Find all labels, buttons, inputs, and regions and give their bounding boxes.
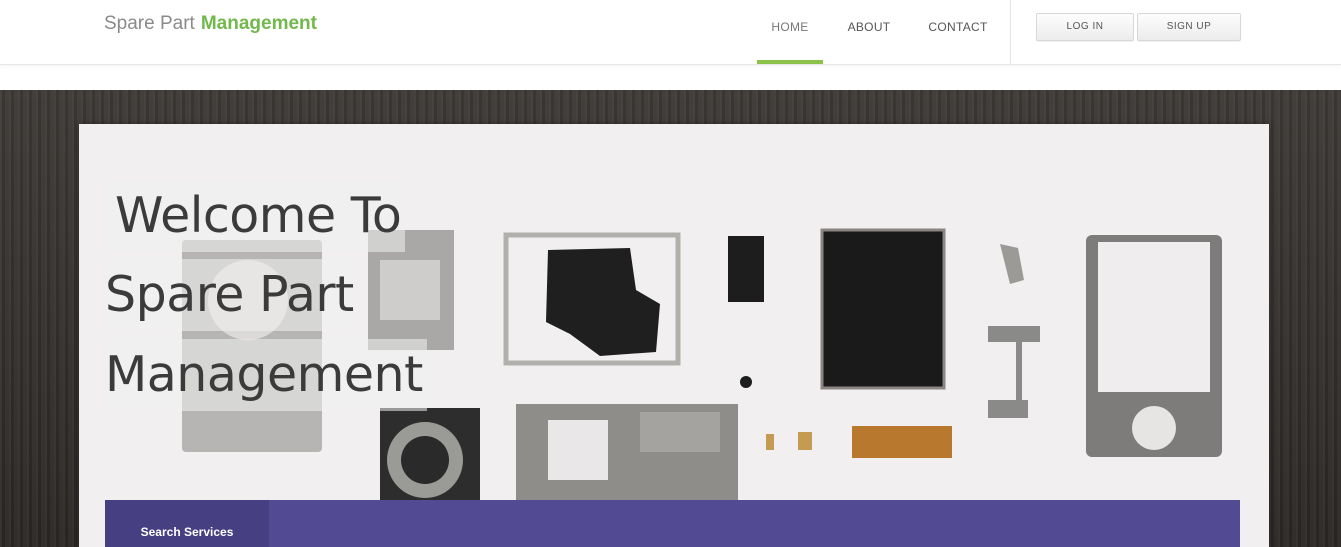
hero-heading-line-2: Spare Part	[105, 259, 358, 331]
camera-hinge-part	[988, 326, 1040, 342]
brand-logo[interactable]: Spare Part Management	[104, 11, 317, 37]
nav-about-label: ABOUT	[847, 20, 891, 34]
camera-board-part	[546, 248, 660, 356]
nav-divider	[1010, 0, 1011, 64]
camera-lcd-screen-part	[820, 228, 946, 390]
login-button[interactable]: LOG IN	[1036, 13, 1134, 41]
top-navbar: Spare Part Management HOME ABOUT CONTACT …	[0, 0, 1341, 65]
brand-name-light: Spare Part	[104, 13, 195, 34]
nav-contact-label: CONTACT	[928, 20, 988, 34]
search-services-bar: Search Services	[105, 500, 1240, 547]
camera-small-part	[728, 236, 764, 302]
hero-heading-line-1: Welcome To	[105, 180, 406, 252]
nav-about-link[interactable]: ABOUT	[838, 0, 900, 64]
hero-banner: Welcome To Spare Part Management Search …	[0, 90, 1341, 547]
search-services-tab[interactable]: Search Services	[105, 500, 269, 547]
active-nav-indicator	[757, 60, 823, 64]
nav-contact-link[interactable]: CONTACT	[918, 0, 998, 64]
brand-name-strong: Management	[200, 13, 317, 34]
hero-heading-line-3: Management	[105, 339, 427, 411]
nav-home-link[interactable]: HOME	[757, 0, 823, 64]
camera-circuit-part	[852, 426, 952, 458]
signup-button[interactable]: SIGN UP	[1137, 13, 1241, 41]
nav-home-label: HOME	[771, 20, 809, 34]
